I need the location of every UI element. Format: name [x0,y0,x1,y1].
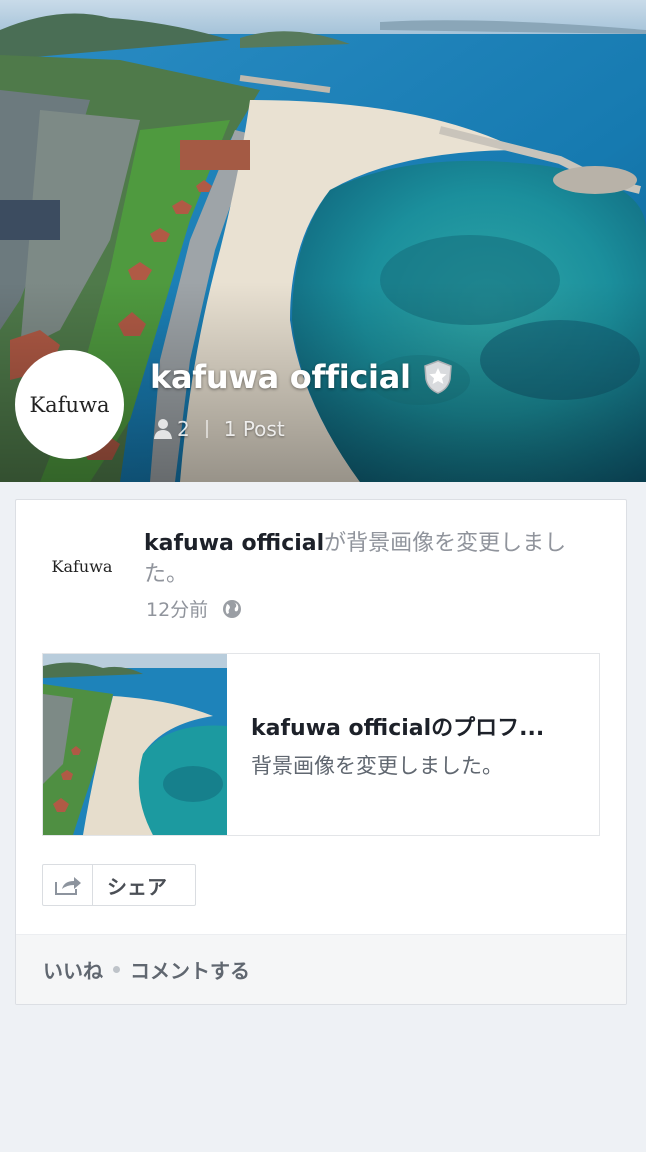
post-action-bar: いいね コメントする [16,934,626,1004]
stats-divider [205,420,208,438]
profile-stats: 2 1 Post [153,417,285,441]
profile-avatar-text: Kafuwa [29,392,110,417]
attachment-thumbnail [43,654,227,835]
attachment-preview[interactable]: kafuwa officialのプロフ... 背景画像を変更しました。 [42,653,600,836]
profile-avatar[interactable]: Kafuwa [15,350,124,459]
share-button-label: シェア [107,874,167,899]
post-timestamp[interactable]: 12分前 [146,595,208,622]
post-avatar[interactable]: Kafuwa [44,533,120,599]
post-headline: kafuwa officialが背景画像を変更しました。 [144,528,604,590]
attachment-thumbnail-image [43,654,227,835]
member-count[interactable]: 2 [177,417,190,441]
profile-title-row: kafuwa official [150,358,453,396]
comment-link[interactable]: コメントする [130,955,250,984]
attachment-title: kafuwa officialのプロフ... [251,716,545,741]
attachment-text: kafuwa officialのプロフ... 背景画像を変更しました。 [227,654,544,835]
profile-name[interactable]: kafuwa official [150,358,411,396]
person-icon [154,419,172,439]
cover-photo[interactable]: Kafuwa kafuwa official 2 1 Post [0,0,646,482]
post-actor-link[interactable]: kafuwa official [144,531,324,556]
post-meta: 12分前 [146,595,242,622]
post-avatar-text: Kafuwa [51,556,113,576]
attachment-description: 背景画像を変更しました。 [251,754,503,778]
verified-shield-star-icon [423,360,452,394]
globe-icon [223,599,242,618]
post-card: Kafuwa kafuwa officialが背景画像を変更しました。 12分前 [15,499,627,1005]
like-link[interactable]: いいね [43,955,103,984]
post-count[interactable]: 1 Post [224,417,285,441]
share-button[interactable]: シェア [42,864,196,906]
share-icon [54,877,81,895]
action-separator-dot [113,966,120,973]
share-icon-cell [43,865,93,905]
